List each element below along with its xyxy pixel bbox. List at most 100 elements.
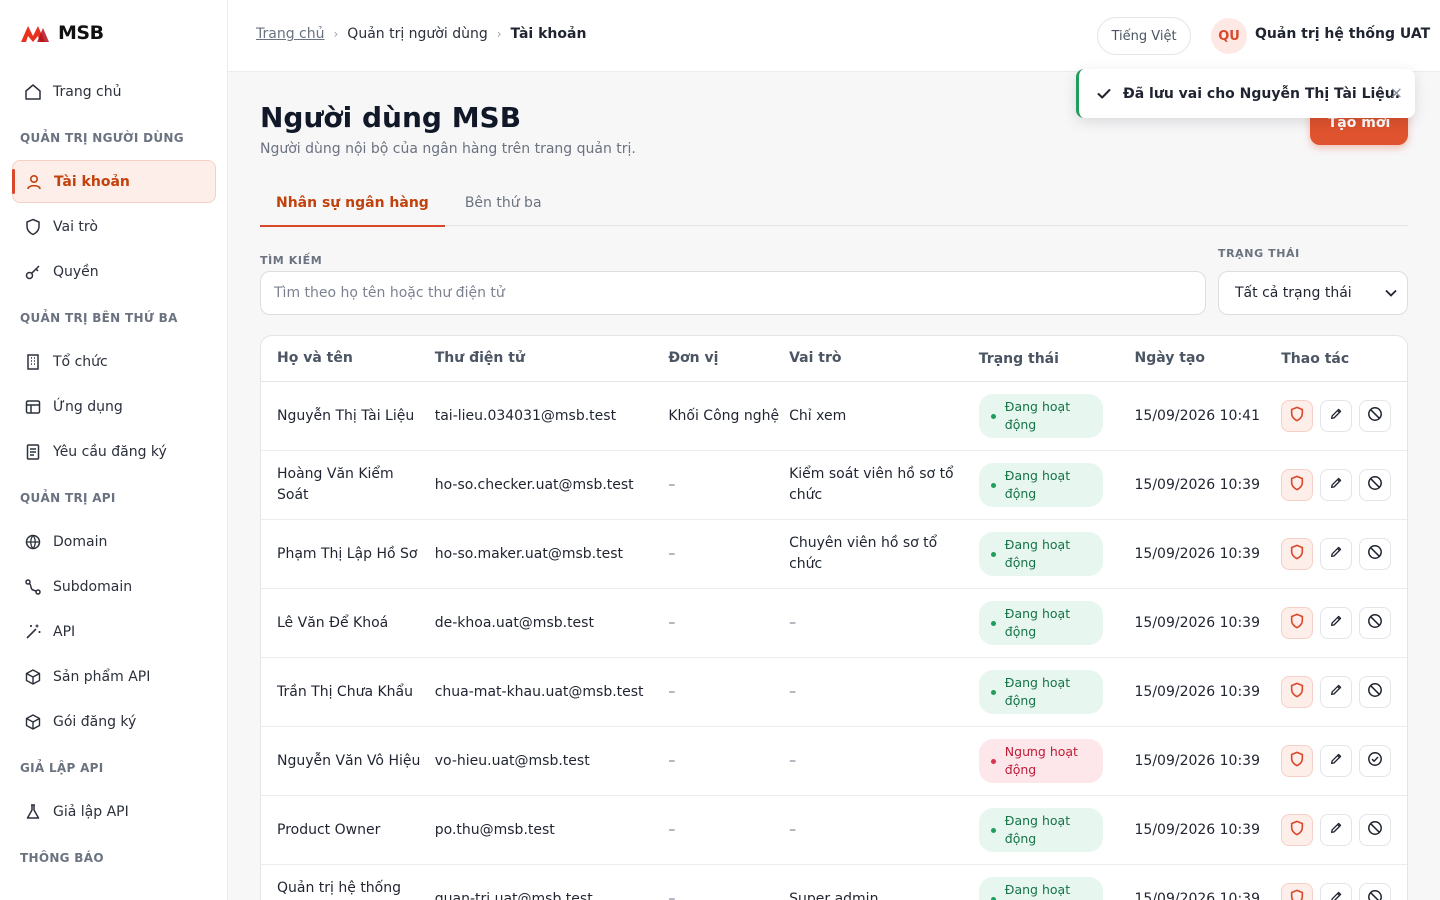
status-badge: Đang hoạt động <box>978 532 1103 576</box>
cell-actions <box>1281 400 1407 432</box>
assign-role-button[interactable] <box>1281 538 1314 570</box>
breadcrumb: Trang chủ › Quản trị người dùng › Tài kh… <box>256 26 586 42</box>
breadcrumb-home-link[interactable]: Trang chủ <box>256 26 324 42</box>
sidebar-item-tai-khoan[interactable]: Tài khoản <box>12 160 216 203</box>
cell-name: Trần Thị Chưa Khẩu <box>277 683 413 700</box>
sidebar-item-label: Domain <box>53 533 108 550</box>
tabs: Nhân sự ngân hàng Bên thứ ba <box>260 180 1408 227</box>
sidebar: MSB Trang chủ QUẢN TRỊ NGƯỜI DÙNG Tài khoả… <box>0 0 228 900</box>
sidebar-item-gia-lap-api[interactable]: Giả lập API <box>12 790 216 833</box>
package-icon <box>24 668 42 686</box>
assign-role-button[interactable] <box>1281 814 1314 846</box>
edit-button[interactable] <box>1320 469 1353 501</box>
edit-button[interactable] <box>1320 607 1353 639</box>
users-table: Họ và tên Thư điện tử Đơn vị Vai trò Trạ… <box>260 335 1408 900</box>
col-header-status: Trạng thái <box>978 350 1059 367</box>
user-name[interactable]: Quản trị hệ thống UAT <box>1255 26 1430 42</box>
edit-button[interactable] <box>1320 538 1353 570</box>
deactivate-button[interactable] <box>1359 469 1392 501</box>
chevron-right-icon: › <box>333 27 339 41</box>
deactivate-button[interactable] <box>1359 400 1392 432</box>
deactivate-button[interactable] <box>1359 883 1392 900</box>
sidebar-item-subdomain[interactable]: Subdomain <box>12 565 216 608</box>
assign-role-button[interactable] <box>1281 883 1314 900</box>
cell-created: 15/09/2026 10:39 <box>1134 476 1261 493</box>
shield-icon <box>1289 475 1305 495</box>
sidebar-item-domain[interactable]: Domain <box>12 520 216 563</box>
sidebar-item-to-chuc[interactable]: Tổ chức <box>12 340 216 383</box>
pencil-icon <box>1329 821 1343 839</box>
search-label: TÌM KIẾM <box>260 254 323 267</box>
cell-created: 15/09/2026 10:39 <box>1134 545 1261 562</box>
table-row: Lê Văn Để Khoá de-khoa.uat@msb.test – – Đang… <box>261 589 1407 658</box>
shield-icon <box>1289 751 1305 771</box>
cell-name: Phạm Thị Lập Hồ Sơ <box>277 545 418 562</box>
cell-email: chua-mat-khau.uat@msb.test <box>434 683 644 700</box>
sidebar-section-title: QUẢN TRỊ NGƯỜI DÙNG <box>20 131 184 145</box>
search-input[interactable] <box>260 271 1206 315</box>
tab-bank-staff[interactable]: Nhân sự ngân hàng <box>260 180 445 227</box>
deactivate-button[interactable] <box>1359 607 1392 639</box>
sidebar-item-vai-tro[interactable]: Vai trò <box>12 205 216 248</box>
sidebar-item-quyen[interactable]: Quyền <box>12 250 216 293</box>
edit-button[interactable] <box>1320 400 1353 432</box>
col-header-role: Vai trò <box>789 350 842 366</box>
edit-button[interactable] <box>1320 676 1353 708</box>
sidebar-item-trang-chu[interactable]: Trang chủ <box>12 70 216 113</box>
sidebar-nav: Trang chủ QUẢN TRỊ NGƯỜI DÙNG Tài khoản Vai… <box>12 70 216 880</box>
check-icon <box>1097 88 1111 100</box>
status-badge: Đang hoạt động <box>978 463 1103 507</box>
cell-role: – <box>789 683 797 700</box>
assign-role-button[interactable] <box>1281 607 1314 639</box>
deactivate-button[interactable] <box>1359 538 1392 570</box>
status-select-value: Tất cả trạng thái <box>1235 285 1352 301</box>
assign-role-button[interactable] <box>1281 676 1314 708</box>
activate-button[interactable] <box>1359 745 1392 777</box>
user-icon <box>25 173 43 191</box>
ban-icon <box>1367 475 1383 495</box>
cell-role: Chỉ xem <box>789 407 847 424</box>
sidebar-item-label: Tài khoản <box>54 173 130 190</box>
assign-role-button[interactable] <box>1281 400 1314 432</box>
ban-icon <box>1367 889 1383 900</box>
sidebar-item-san-pham-api[interactable]: Sản phẩm API <box>12 655 216 698</box>
cell-email: vo-hieu.uat@msb.test <box>434 752 590 769</box>
language-button[interactable]: Tiếng Việt <box>1097 17 1191 55</box>
sidebar-item-goi-dang-ky[interactable]: Gói đăng ký <box>12 700 216 743</box>
check-circle-icon <box>1367 751 1383 771</box>
shield-icon <box>1289 406 1305 426</box>
table-row: Product Owner po.thu@msb.test – – Đang hoạt … <box>261 796 1407 865</box>
status-select[interactable]: Tất cả trạng thái <box>1218 271 1408 315</box>
sidebar-item-yeu-cau-dang-ky[interactable]: Yêu cầu đăng ký <box>12 430 216 473</box>
msb-logo[interactable]: MSB <box>20 22 104 44</box>
shield-icon <box>1289 613 1305 633</box>
assign-role-button[interactable] <box>1281 469 1314 501</box>
cell-unit: – <box>668 683 676 700</box>
cell-actions <box>1281 883 1407 900</box>
cell-created: 15/09/2026 10:39 <box>1134 614 1261 631</box>
sidebar-item-ung-dung[interactable]: Ứng dụng <box>12 385 216 428</box>
cell-created: 15/09/2026 10:41 <box>1134 407 1261 424</box>
sidebar-item-api[interactable]: API <box>12 610 216 653</box>
breadcrumb-section[interactable]: Quản trị người dùng <box>347 26 487 42</box>
edit-button[interactable] <box>1320 814 1353 846</box>
edit-button[interactable] <box>1320 883 1353 900</box>
chevron-right-icon: › <box>496 27 502 41</box>
chevron-down-icon <box>1385 285 1397 301</box>
box-icon <box>24 713 42 731</box>
deactivate-button[interactable] <box>1359 676 1392 708</box>
cell-email: quan-tri.uat@msb.test <box>434 890 593 900</box>
pencil-icon <box>1329 614 1343 632</box>
avatar[interactable]: QU <box>1211 18 1247 54</box>
edit-button[interactable] <box>1320 745 1353 777</box>
tab-third-party[interactable]: Bên thứ ba <box>449 180 558 226</box>
deactivate-button[interactable] <box>1359 814 1392 846</box>
table-row: Hoàng Văn Kiểm Soát ho-so.checker.uat@msb… <box>261 451 1407 520</box>
cell-actions <box>1281 607 1407 639</box>
status-badge: Đang hoạt động <box>978 670 1103 714</box>
cell-status: Đang hoạt động <box>978 463 1135 507</box>
close-icon[interactable]: × <box>1390 83 1403 102</box>
assign-role-button[interactable] <box>1281 745 1314 777</box>
col-header-email: Thư điện tử <box>434 350 525 366</box>
cell-status: Đang hoạt động <box>978 808 1135 852</box>
